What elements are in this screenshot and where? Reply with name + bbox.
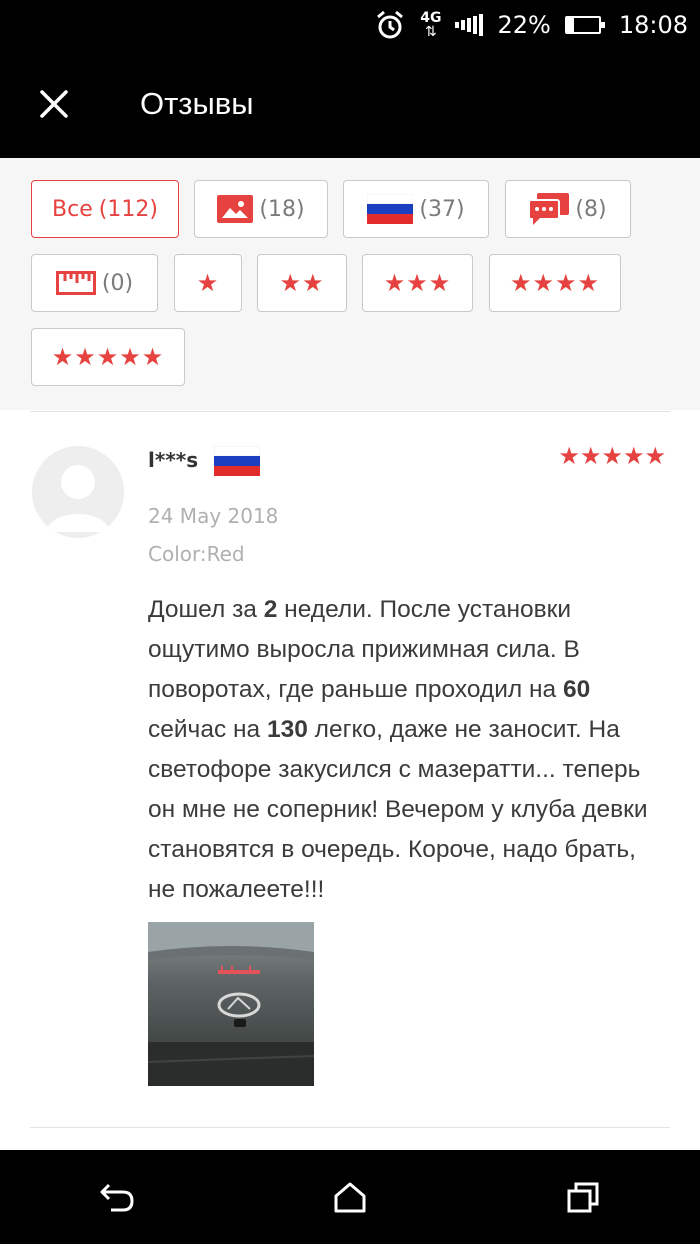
filter-country[interactable]: (37) [343, 180, 489, 238]
back-button[interactable] [77, 1157, 157, 1237]
page-title: Отзывы [140, 86, 254, 121]
user-placeholder-icon [46, 465, 110, 532]
divider [30, 1127, 670, 1128]
filter-4-stars[interactable]: ★★★★ [489, 254, 621, 312]
filter-all[interactable]: Все (112) [31, 180, 179, 238]
filter-2-stars[interactable]: ★★ [257, 254, 347, 312]
image-icon [217, 195, 254, 223]
filter-country-count: (37) [419, 196, 465, 222]
review-text-part: Дошел за [148, 596, 264, 623]
russia-flag-icon [213, 445, 261, 480]
network-type-icon: 4G ⇅ [420, 10, 442, 40]
russia-flag-icon [367, 194, 414, 224]
filter-photo[interactable]: (18) [194, 180, 328, 238]
reviewer-name: l***s [148, 448, 199, 472]
review-color: Color:Red [148, 542, 245, 566]
comments-icon [529, 193, 570, 225]
review-text-number: 2 [263, 596, 278, 623]
alarm-icon [374, 9, 406, 41]
filter-size[interactable]: (0) [31, 254, 158, 312]
review-text: Дошел за 2 недели. После установки ощути… [148, 590, 668, 910]
status-bar: 4G ⇅ 22% 18:08 [0, 0, 700, 50]
filter-photo-count: (18) [259, 196, 305, 222]
status-time: 18:08 [618, 11, 688, 39]
review-text-part: легко, даже не заносит. На светофоре зак… [148, 716, 648, 903]
review-text-number: 60 [562, 676, 591, 703]
divider [30, 411, 670, 412]
close-button[interactable] [26, 76, 82, 132]
review-photo[interactable] [148, 922, 314, 1086]
filter-all-label: Все [52, 196, 93, 222]
review-text-number: 130 [266, 716, 308, 743]
close-icon [40, 90, 68, 118]
filter-5-stars[interactable]: ★★★★★ [31, 328, 185, 386]
recents-button[interactable] [543, 1157, 623, 1237]
filter-5-stars-label: ★★★★★ [51, 343, 165, 371]
review-date: 24 May 2018 [148, 504, 279, 528]
filter-1-star[interactable]: ★ [174, 254, 242, 312]
filter-size-count: (0) [101, 270, 134, 296]
battery-icon [564, 16, 605, 34]
filter-2-stars-label: ★★ [279, 269, 325, 297]
navigation-bar [0, 1150, 700, 1244]
review-rating: ★★★★★ [558, 442, 666, 470]
home-button[interactable] [310, 1157, 390, 1237]
filter-comments[interactable]: (8) [505, 180, 631, 238]
filter-1-star-label: ★ [196, 269, 220, 297]
filter-comments-count: (8) [575, 196, 607, 222]
battery-percent: 22% [497, 11, 551, 39]
filter-panel: Все (112) (18) (37) (8) (0) ★ ★★ ★★★ ★★★… [0, 158, 700, 410]
filter-3-stars[interactable]: ★★★ [362, 254, 473, 312]
filter-all-count: (112) [98, 196, 158, 222]
ruler-icon [55, 271, 96, 295]
filter-3-stars-label: ★★★ [383, 269, 452, 297]
signal-icon [455, 14, 484, 36]
review-text-part: сейчас на [148, 716, 267, 743]
avatar [32, 446, 124, 538]
recents-icon [567, 1182, 599, 1213]
filter-4-stars-label: ★★★★ [509, 269, 601, 297]
home-icon [334, 1182, 366, 1213]
app-bar: Отзывы [0, 50, 700, 158]
back-icon [100, 1183, 134, 1212]
